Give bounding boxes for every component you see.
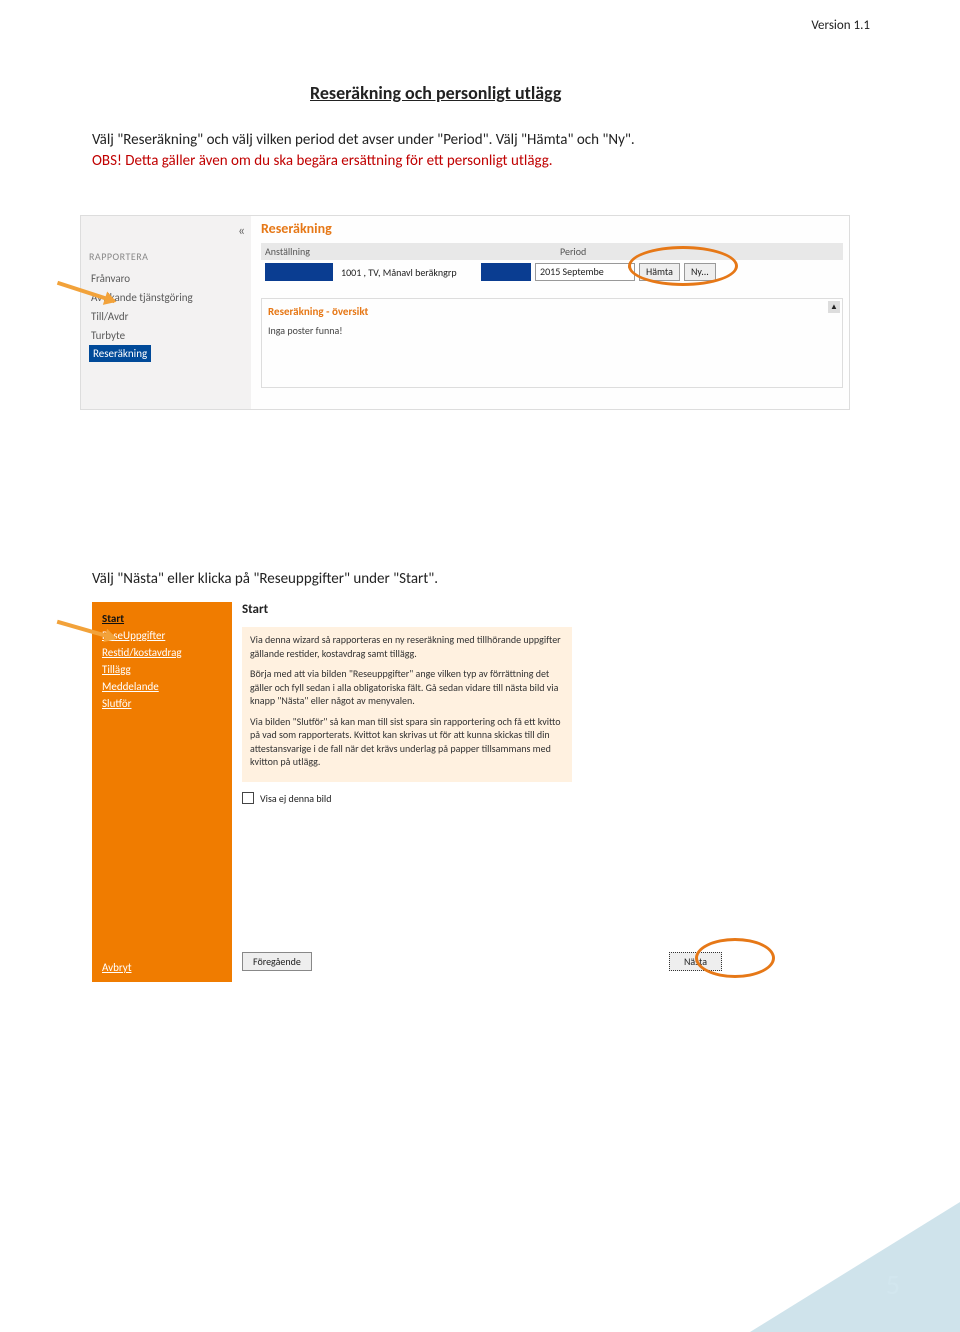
prev-button[interactable]: Föregående [242,952,312,971]
hide-screen-checkbox[interactable] [242,792,254,804]
overview-panel: ▲ Reseräkning - översikt Inga poster fun… [261,298,843,388]
hide-screen-checkbox-row: Visa ej denna bild [242,792,732,805]
intro-paragraph: Välj "Reseräkning" och välj vilken perio… [92,130,868,172]
wizard-title: Start [242,602,732,617]
wizard-nav-start[interactable]: Start [102,610,222,627]
page-corner-decoration [750,1202,960,1332]
sidebar-heading: RAPPORTERA [89,250,243,263]
wizard-info-p2: Börja med att via bilden "Reseuppgifter"… [250,667,564,708]
scroll-up-icon[interactable]: ▲ [828,301,840,313]
screenshot-wizard-start: Start ReseUppgifter Restid/kostavdrag Ti… [92,602,732,982]
wizard-nav-restid[interactable]: Restid/kostavdrag [102,644,222,661]
overview-empty-text: Inga poster funna! [268,324,836,337]
sidebar-item-franvaro[interactable]: Frånvaro [89,269,243,288]
annotation-circle-period [628,246,738,286]
wizard-cancel-link[interactable]: Avbryt [102,961,132,974]
overview-title: Reseräkning - översikt [268,305,836,318]
label-anstallning: Anställning [265,245,560,258]
period-dropdown[interactable]: 2015 Septembe [535,263,635,281]
sidebar-item-turbyte[interactable]: Turbyte [89,326,243,345]
wizard-info-p1: Via denna wizard så rapporteras en ny re… [250,633,564,660]
screenshot-reserakning-overview: « RAPPORTERA Frånvaro Avvikande tjänstgö… [80,215,850,410]
main-panel: Reseräkning Anställning Period 1001 , TV… [261,220,843,388]
wizard-buttons-row: Föregående Nästa [242,952,732,971]
wizard-content: Start Via denna wizard så rapporteras en… [242,602,732,805]
wizard-nav-tillagg[interactable]: Tillägg [102,661,222,678]
wizard-nav: Start ReseUppgifter Restid/kostavdrag Ti… [92,602,232,982]
sidebar-item-reserakning[interactable]: Reseräkning [89,345,151,362]
page-number: 5 [886,1267,900,1302]
collapse-icon[interactable]: « [238,222,245,239]
employment-redacted-2 [481,263,531,281]
employment-redacted-1 [265,263,333,281]
version-label: Version 1.1 [811,18,870,33]
wizard-nav-slutfor[interactable]: Slutför [102,695,222,712]
filter-inputs-row: 1001 , TV, Månavl beräkngrp 2015 Septemb… [261,260,843,284]
mid-instruction: Välj "Nästa" eller klicka på "Reseuppgif… [92,570,438,588]
wizard-nav-meddelande[interactable]: Meddelande [102,678,222,695]
intro-line2-warning: OBS! Detta gäller även om du ska begära … [92,152,553,170]
page-title: Reseräkning och personligt utlägg [310,82,561,104]
sidebar-item-tillavdr[interactable]: Till/Avdr [89,307,243,326]
report-sidebar: « RAPPORTERA Frånvaro Avvikande tjänstgö… [81,216,251,409]
wizard-info-box: Via denna wizard så rapporteras en ny re… [242,627,572,782]
employment-text: 1001 , TV, Månavl beräkngrp [337,266,477,279]
panel-title: Reseräkning [261,220,843,237]
intro-line1: Välj "Reseräkning" och välj vilken perio… [92,131,635,149]
filter-labels-row: Anställning Period [261,243,843,260]
wizard-info-p3: Via bilden "Slutför" så kan man till sis… [250,715,564,769]
wizard-nav-reseuppgifter[interactable]: ReseUppgifter [102,627,222,644]
hide-screen-label: Visa ej denna bild [260,792,331,805]
annotation-circle-nasta [695,938,775,978]
